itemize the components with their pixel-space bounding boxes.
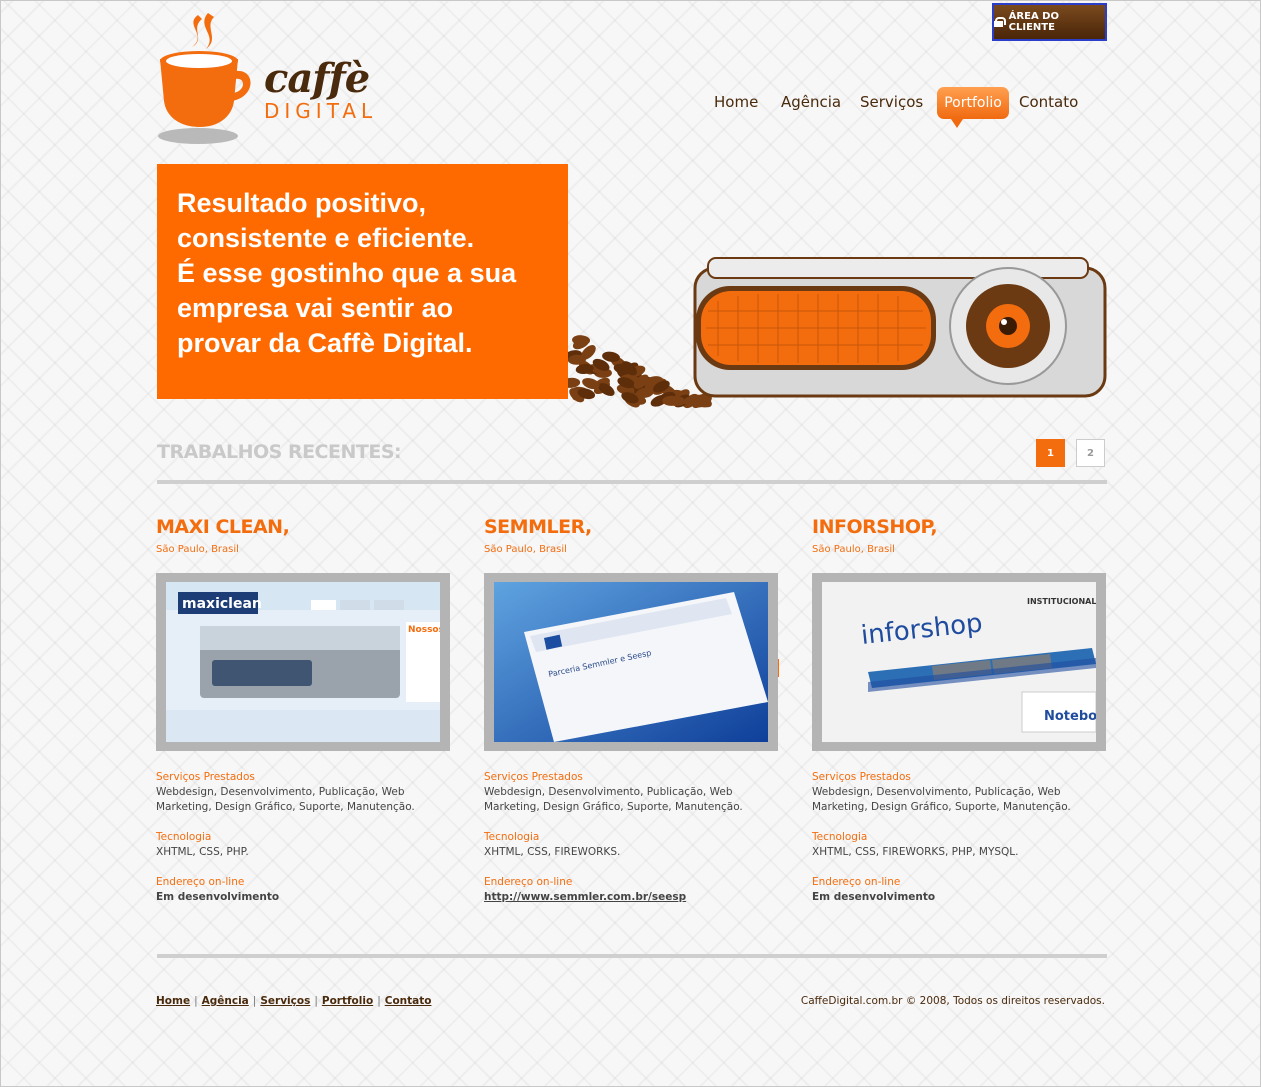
footer-link-agencia[interactable]: Agência	[202, 995, 249, 1007]
tech-text: XHTML, CSS, PHP.	[156, 846, 249, 858]
logo[interactable]: caffè DIGITAL	[156, 13, 381, 148]
page-button-1[interactable]: 1	[1036, 439, 1065, 467]
services-label: Serviços Prestados	[812, 771, 911, 783]
divider	[157, 954, 1107, 958]
project-title: INFORSHOP,	[812, 516, 938, 538]
nav-portfolio-label: Portfolio	[944, 95, 1002, 111]
hero-line: É esse gostinho que a sua	[177, 258, 517, 288]
address-label: Endereço on-line	[484, 876, 573, 888]
project-card: SEMMLER, São Paulo, Brasil Parceria Semm…	[484, 516, 779, 916]
project-url: Em desenvolvimento	[156, 891, 280, 903]
nav-contato[interactable]: Contato	[1019, 93, 1078, 117]
hero-line: empresa vai sentir ao	[177, 293, 454, 323]
separator: |	[377, 995, 381, 1007]
project-thumbnail[interactable]: maxiclean Nossos	[156, 573, 450, 751]
project-card: INFORSHOP, São Paulo, Brasil inforshop I…	[812, 516, 1107, 916]
client-area-label: ÁREA DO CLIENTE	[1008, 11, 1059, 33]
address-label: Endereço on-line	[156, 876, 245, 888]
project-thumbnail[interactable]: inforshop INSTITUCIONAL Notebo	[812, 573, 1106, 751]
logo-wordmark-digital: DIGITAL	[264, 99, 378, 123]
logo-wordmark-caffe: caffè	[264, 55, 370, 102]
services-label: Serviços Prestados	[484, 771, 583, 783]
footer-link-home[interactable]: Home	[156, 995, 190, 1007]
project-location: São Paulo, Brasil	[484, 544, 567, 555]
hero-line: consistente e eficiente.	[177, 223, 475, 253]
tech-text: XHTML, CSS, FIREWORKS, PHP, MYSQL.	[812, 846, 1019, 858]
client-area-button[interactable]: ÁREA DO CLIENTE	[992, 3, 1107, 41]
project-url-link[interactable]: http://www.semmler.com.br/seesp	[484, 890, 784, 905]
inforshop-screenshot: inforshop INSTITUCIONAL Notebo	[822, 582, 1096, 742]
project-card: MAXI CLEAN, São Paulo, Brasil maxiclean …	[156, 516, 451, 916]
thumb-text: Notebo	[1044, 709, 1096, 724]
separator: |	[252, 995, 257, 1007]
nav-portfolio[interactable]: Portfolio	[937, 87, 1009, 128]
divider	[157, 480, 1107, 484]
footer-link-servicos[interactable]: Serviços	[260, 995, 310, 1007]
coffee-cup-icon	[158, 13, 251, 144]
project-thumbnail[interactable]: Parceria Semmler e Seesp	[484, 573, 778, 751]
address-label: Endereço on-line	[812, 876, 901, 888]
semmler-screenshot: Parceria Semmler e Seesp	[494, 582, 768, 742]
footer-link-portfolio[interactable]: Portfolio	[322, 995, 373, 1007]
nav-agencia[interactable]: Agência	[781, 93, 841, 117]
services-text: Webdesign, Desenvolvimento, Publicação, …	[156, 786, 415, 813]
page-button-2[interactable]: 2	[1076, 439, 1105, 467]
thumb-text: maxiclean	[182, 596, 262, 612]
services-label: Serviços Prestados	[156, 771, 255, 783]
hero-line: Resultado positivo,	[177, 188, 427, 218]
tech-label: Tecnologia	[156, 831, 212, 843]
services-text: Webdesign, Desenvolvimento, Publicação, …	[484, 786, 743, 813]
separator: |	[314, 995, 318, 1007]
nav-servicos[interactable]: Serviços	[860, 93, 923, 117]
project-location: São Paulo, Brasil	[812, 544, 895, 555]
tech-label: Tecnologia	[484, 831, 540, 843]
project-location: São Paulo, Brasil	[156, 544, 239, 555]
hero-banner: Resultado positivo, consistente e eficie…	[157, 164, 568, 399]
tech-label: Tecnologia	[812, 831, 868, 843]
section-title: TRABALHOS RECENTES:	[157, 441, 402, 463]
footer-link-contato[interactable]: Contato	[385, 995, 432, 1007]
copyright-text: CaffeDigital.com.br © 2008, Todos os dir…	[800, 995, 1105, 1007]
services-text: Webdesign, Desenvolvimento, Publicação, …	[812, 786, 1071, 813]
projector-illustration	[568, 257, 1107, 409]
maxiclean-screenshot: maxiclean Nossos	[166, 582, 440, 742]
tech-text: XHTML, CSS, FIREWORKS.	[484, 846, 621, 858]
footer-nav: Home | Agência | Serviços | Portfolio | Contato	[156, 995, 431, 1007]
separator: |	[194, 995, 198, 1007]
thumb-text: Nossos	[408, 625, 440, 635]
coffee-beans-illustration	[568, 335, 712, 409]
lock-icon	[994, 17, 1006, 27]
project-url: Em desenvolvimento	[812, 891, 936, 903]
project-title: MAXI CLEAN,	[156, 516, 290, 538]
nav-home[interactable]: Home	[714, 93, 758, 117]
project-title: SEMMLER,	[484, 516, 592, 538]
thumb-text: INSTITUCIONAL	[1027, 597, 1096, 606]
hero-headline: Resultado positivo, consistente e eficie…	[177, 186, 548, 361]
hero-line: provar da Caffè Digital.	[177, 328, 473, 358]
